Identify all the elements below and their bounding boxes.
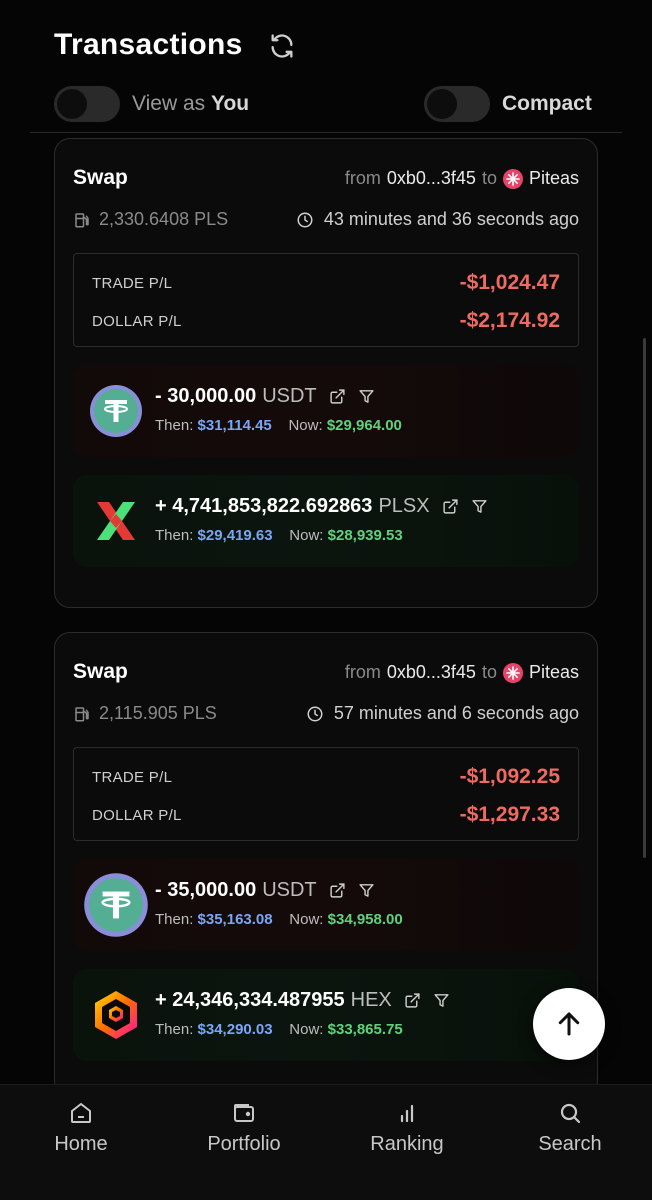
scrollbar[interactable] — [643, 338, 646, 858]
external-link-icon[interactable] — [442, 498, 459, 515]
received-amount: + 4,741,853,822.692863 PLSX — [155, 495, 488, 518]
from-address[interactable]: 0xb0...3f45 — [387, 168, 476, 189]
sent-amount: - 30,000.00 USDT — [155, 385, 375, 408]
filter-icon[interactable] — [358, 388, 375, 405]
external-link-icon[interactable] — [329, 882, 346, 899]
bar-chart-icon — [400, 1104, 414, 1123]
sent-prices: Then: $35,163.08 Now: $34,958.00 — [155, 911, 403, 928]
sent-amount: - 35,000.00 USDT — [155, 879, 375, 902]
time-ago: 43 minutes and 36 seconds ago — [296, 209, 579, 230]
compact-toggle-group: Compact — [424, 86, 592, 122]
received-prices: Then: $34,290.03 Now: $33,865.75 — [155, 1021, 403, 1038]
tether-icon — [90, 385, 142, 437]
home-icon — [71, 1103, 91, 1123]
transaction-type: Swap — [73, 660, 128, 683]
trade-pl-value: -$1,092.25 — [459, 765, 560, 788]
sent-prices: Then: $31,114.45 Now: $29,964.00 — [155, 417, 402, 434]
dollar-pl-value: -$2,174.92 — [459, 309, 560, 332]
nav-portfolio-label: Portfolio — [207, 1133, 281, 1155]
piteas-icon — [502, 168, 523, 189]
clock-icon — [307, 706, 323, 721]
to-label: to — [481, 168, 497, 188]
received-asset: + 4,741,853,822.692863 PLSX Then: $29,41… — [73, 475, 579, 567]
nav-home-label: Home — [54, 1133, 108, 1155]
filter-icon[interactable] — [471, 498, 488, 515]
arrow-up-icon — [558, 1012, 580, 1036]
external-link-icon[interactable] — [404, 992, 421, 1009]
transaction-route: from 0xb0...3f45 to Piteas — [345, 168, 579, 189]
filter-icon[interactable] — [433, 992, 450, 1009]
from-label: from — [344, 168, 381, 188]
piteas-icon — [502, 662, 523, 683]
pl-summary: TRADE P/L -$1,092.25 DOLLAR P/L -$1,297.… — [73, 747, 579, 841]
to-name[interactable]: Piteas — [529, 168, 579, 189]
transaction-route: from 0xb0...3f45 to Piteas — [345, 662, 579, 683]
to-name[interactable]: Piteas — [529, 662, 579, 683]
hex-icon — [95, 991, 137, 1039]
scroll-to-top-button[interactable] — [533, 988, 605, 1060]
transaction-card[interactable]: Swap from 0xb0...3f45 to Piteas 2,115.90… — [54, 632, 598, 1112]
view-as-you-toggle-group: View as You — [54, 86, 249, 122]
nav-ranking[interactable]: Ranking — [342, 1101, 472, 1156]
view-as-you-toggle[interactable] — [54, 86, 120, 122]
pl-summary: TRADE P/L -$1,024.47 DOLLAR P/L -$2,174.… — [73, 253, 579, 347]
gas-fee: 2,115.905 PLS — [73, 703, 217, 724]
nav-portfolio[interactable]: Portfolio — [179, 1101, 309, 1156]
tether-icon — [84, 873, 148, 937]
sent-asset: - 30,000.00 USDT Then: $31,114.45 Now: $… — [73, 365, 579, 457]
nav-search-label: Search — [538, 1133, 602, 1155]
wallet-icon — [234, 1104, 254, 1122]
gas-fee: 2,330.6408 PLS — [73, 209, 228, 230]
dollar-pl-label: DOLLAR P/L — [92, 807, 182, 824]
nav-home[interactable]: Home — [16, 1101, 146, 1156]
filter-icon[interactable] — [358, 882, 375, 899]
received-prices: Then: $29,419.63 Now: $28,939.53 — [155, 527, 403, 544]
page-title: Transactions — [54, 28, 243, 61]
dollar-pl-label: DOLLAR P/L — [92, 313, 182, 330]
received-asset: + 24,346,334.487955 HEX Then: $34,290.03… — [73, 969, 579, 1061]
fuel-icon — [75, 212, 89, 227]
received-amount: + 24,346,334.487955 HEX — [155, 989, 450, 1012]
header: Transactions View as You Compact — [0, 0, 652, 134]
bottom-nav: Home Portfolio Ranking Search — [0, 1084, 652, 1200]
transaction-card[interactable]: Swap from 0xb0...3f45 to Piteas 2,330.64… — [54, 138, 598, 608]
compact-toggle[interactable] — [424, 86, 490, 122]
sent-asset: - 35,000.00 USDT Then: $35,163.08 Now: $… — [73, 859, 579, 951]
search-icon — [560, 1103, 581, 1124]
from-address[interactable]: 0xb0...3f45 — [387, 662, 476, 683]
from-label: from — [344, 662, 381, 682]
external-link-icon[interactable] — [329, 388, 346, 405]
nav-search[interactable]: Search — [505, 1101, 635, 1156]
header-divider — [30, 132, 622, 133]
refresh-icon[interactable] — [268, 32, 296, 60]
time-ago: 57 minutes and 6 seconds ago — [306, 703, 579, 724]
pulsex-icon — [97, 502, 135, 540]
compact-label: Compact — [502, 92, 592, 115]
fuel-icon — [75, 706, 89, 721]
trade-pl-label: TRADE P/L — [92, 275, 173, 292]
dollar-pl-value: -$1,297.33 — [459, 803, 560, 826]
trade-pl-label: TRADE P/L — [92, 769, 173, 786]
view-as-you-label: View as You — [132, 92, 250, 115]
clock-icon — [297, 212, 313, 227]
transaction-type: Swap — [73, 166, 128, 189]
trade-pl-value: -$1,024.47 — [459, 271, 560, 294]
to-label: to — [481, 662, 497, 682]
nav-ranking-label: Ranking — [370, 1133, 444, 1155]
